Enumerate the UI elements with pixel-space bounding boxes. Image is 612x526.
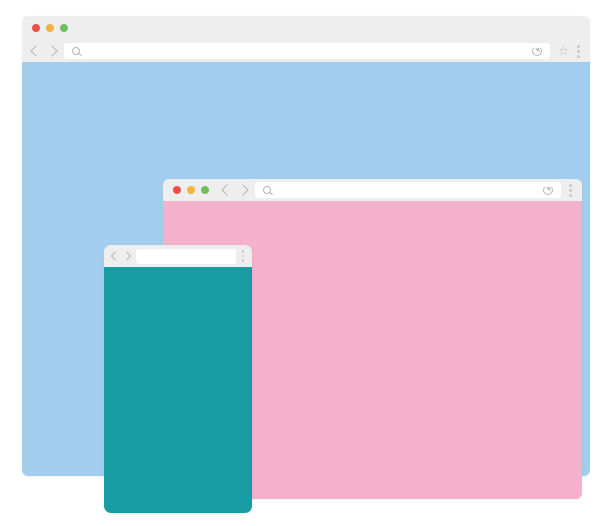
address-bar[interactable] (255, 182, 561, 198)
address-bar[interactable] (64, 43, 550, 59)
maximize-icon[interactable] (201, 186, 209, 194)
refresh-icon[interactable] (532, 46, 542, 56)
title-bar (22, 16, 590, 40)
menu-icon[interactable] (577, 45, 580, 58)
close-icon[interactable] (173, 186, 181, 194)
minimize-icon[interactable] (46, 24, 54, 32)
bookmark-icon[interactable]: ☆ (558, 45, 569, 57)
close-icon[interactable] (32, 24, 40, 32)
viewport (104, 267, 252, 513)
menu-icon[interactable] (569, 184, 572, 197)
forward-icon[interactable] (123, 252, 131, 260)
search-icon (72, 47, 81, 56)
title-bar (163, 179, 582, 201)
toolbar: ☆ (22, 40, 590, 62)
address-bar[interactable] (136, 249, 236, 264)
back-icon[interactable] (30, 45, 41, 56)
back-icon[interactable] (221, 184, 232, 195)
forward-icon[interactable] (237, 184, 248, 195)
back-icon[interactable] (111, 252, 119, 260)
maximize-icon[interactable] (60, 24, 68, 32)
title-bar (104, 245, 252, 267)
minimize-icon[interactable] (187, 186, 195, 194)
browser-window-small (104, 245, 252, 513)
menu-icon[interactable] (242, 250, 245, 262)
forward-icon[interactable] (46, 45, 57, 56)
search-icon (263, 186, 272, 195)
refresh-icon[interactable] (543, 185, 553, 195)
